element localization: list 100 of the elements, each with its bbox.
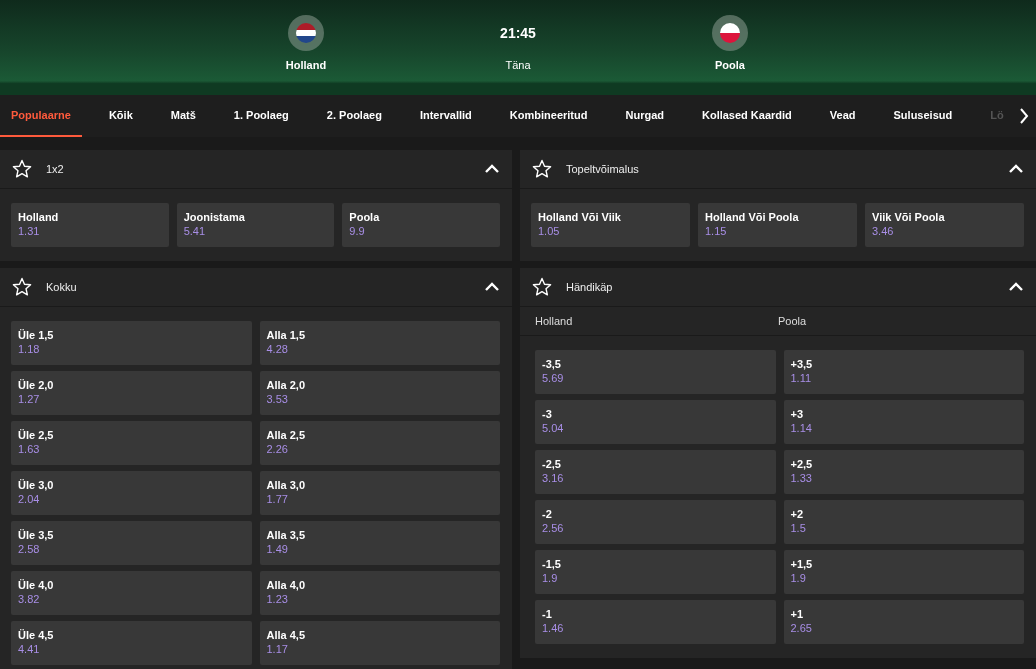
- odds-button[interactable]: +3 1.14: [783, 400, 1024, 444]
- tab[interactable]: Intervallid: [408, 95, 483, 137]
- tab[interactable]: 1. Poolaeg: [222, 95, 300, 137]
- tab[interactable]: Kõik: [97, 95, 144, 137]
- odds-value: 1.18: [18, 343, 41, 355]
- odds-button[interactable]: Alla 3,5 1.49: [259, 521, 500, 565]
- odds-button[interactable]: Alla 1,5 4.28: [259, 321, 500, 365]
- odds-value: 5.41: [183, 225, 207, 237]
- odds-value: 2.04: [18, 493, 41, 505]
- tab[interactable]: Kollased Kaardid: [690, 95, 803, 137]
- odds-value: 1.05: [538, 225, 561, 237]
- odds-button[interactable]: Holland Või Poola 1.15: [698, 203, 857, 247]
- odds-value: 4.28: [266, 343, 289, 355]
- odds-button[interactable]: Viik Või Poola 3.46: [865, 203, 1024, 247]
- tab[interactable]: Populaarne: [0, 95, 82, 137]
- odds-button[interactable]: -3 5.04: [535, 400, 776, 444]
- odds-button[interactable]: -3,5 5.69: [535, 350, 776, 394]
- outcome-label: Üle 2,0: [18, 379, 55, 391]
- odds-value: 4.41: [18, 643, 41, 655]
- tab[interactable]: Vead: [818, 95, 867, 137]
- star-icon[interactable]: [532, 159, 552, 179]
- market-title: 1x2: [46, 163, 65, 175]
- odds-button[interactable]: Üle 4,5 4.41: [11, 621, 252, 665]
- outcome-label: -1: [542, 608, 553, 620]
- odds-button[interactable]: Alla 2,5 2.26: [259, 421, 500, 465]
- outcome-label: +1,5: [790, 558, 814, 570]
- odds-value: 1.31: [18, 225, 41, 237]
- outcome-label: Üle 3,5: [18, 529, 55, 541]
- flag-icon: [288, 15, 324, 51]
- team-name: Holland: [285, 59, 327, 71]
- odds-value: 1.46: [542, 622, 565, 634]
- odds-button[interactable]: Üle 4,0 3.82: [11, 571, 252, 615]
- odds-value: 1.5: [790, 522, 807, 534]
- odds-value: 3.46: [872, 225, 895, 237]
- outcome-label: -1,5: [542, 558, 562, 570]
- odds-button[interactable]: Poola 9.9: [342, 203, 500, 247]
- odds-button[interactable]: +2,5 1.33: [783, 450, 1024, 494]
- team-name: Poola: [715, 59, 745, 71]
- outcome-label: Viik Või Poola: [872, 211, 946, 223]
- odds-button[interactable]: Üle 2,5 1.63: [11, 421, 252, 465]
- odds-button[interactable]: Alla 3,0 1.77: [259, 471, 500, 515]
- outcome-label: Alla 3,0: [266, 479, 307, 491]
- odds-value: 2.65: [790, 622, 813, 634]
- star-icon[interactable]: [12, 159, 32, 179]
- market-title: Topeltvõimalus: [566, 163, 640, 175]
- odds-button[interactable]: Alla 2,0 3.53: [259, 371, 500, 415]
- odds-value: 1.49: [266, 543, 289, 555]
- odds-button[interactable]: Holland 1.31: [11, 203, 169, 247]
- outcome-label: Holland: [18, 211, 60, 223]
- odds-button[interactable]: Üle 2,0 1.27: [11, 371, 252, 415]
- odds-button[interactable]: +1 2.65: [783, 600, 1024, 644]
- odds-button[interactable]: Alla 4,5 1.17: [259, 621, 500, 665]
- odds-button[interactable]: Alla 4,0 1.23: [259, 571, 500, 615]
- odds-button[interactable]: Joonistama 5.41: [176, 203, 335, 247]
- odds-value: 1.77: [266, 493, 289, 505]
- outcome-label: +1: [790, 608, 805, 620]
- odds-value: 1.33: [790, 472, 813, 484]
- outcome-label: Alla 1,5: [266, 329, 307, 341]
- odds-value: 2.58: [18, 543, 41, 555]
- odds-button[interactable]: -2,5 3.16: [535, 450, 776, 494]
- market-title: Kokku: [46, 281, 78, 293]
- star-icon[interactable]: [12, 277, 32, 297]
- odds-button[interactable]: +2 1.5: [783, 500, 1024, 544]
- outcome-label: -3,5: [542, 358, 562, 370]
- odds-value: 9.9: [349, 225, 366, 237]
- outcome-label: Holland Või Viik: [538, 211, 622, 223]
- odds-button[interactable]: Holland Või Viik 1.05: [531, 203, 690, 247]
- outcome-label: +2: [790, 508, 805, 520]
- odds-value: 1.23: [266, 593, 289, 605]
- odds-button[interactable]: +1,5 1.9: [783, 550, 1024, 594]
- odds-button[interactable]: -1,5 1.9: [535, 550, 776, 594]
- tab[interactable]: Nurgad: [614, 95, 675, 137]
- odds-button[interactable]: +3,5 1.11: [783, 350, 1024, 394]
- outcome-label: Üle 4,0: [18, 579, 55, 591]
- odds-value: 1.27: [18, 393, 41, 405]
- outcome-label: Üle 4,5: [18, 629, 55, 641]
- odds-value: 3.16: [542, 472, 565, 484]
- match-time: 21:45: [500, 25, 536, 43]
- outcome-label: +2,5: [790, 458, 814, 470]
- odds-button[interactable]: -2 2.56: [535, 500, 776, 544]
- outcome-label: -2,5: [542, 458, 562, 470]
- outcome-label: Alla 4,0: [266, 579, 307, 591]
- outcome-label: Alla 3,5: [266, 529, 307, 541]
- odds-button[interactable]: Üle 1,5 1.18: [11, 321, 252, 365]
- tab[interactable]: Matš: [159, 95, 207, 137]
- odds-value: 2.26: [266, 443, 289, 455]
- tab[interactable]: 2. Poolaeg: [315, 95, 393, 137]
- odds-button[interactable]: -1 1.46: [535, 600, 776, 644]
- odds-button[interactable]: Üle 3,0 2.04: [11, 471, 252, 515]
- odds-value: 1.17: [266, 643, 289, 655]
- odds-value: 1.15: [705, 225, 728, 237]
- tab[interactable]: Suluseisud: [882, 95, 964, 137]
- column-heading: Poola: [778, 315, 808, 327]
- odds-value: 1.9: [542, 572, 559, 584]
- odds-value: 2.56: [542, 522, 565, 534]
- star-icon[interactable]: [532, 277, 552, 297]
- odds-value: 3.82: [18, 593, 41, 605]
- odds-button[interactable]: Üle 3,5 2.58: [11, 521, 252, 565]
- outcome-label: Alla 4,5: [266, 629, 307, 641]
- tab[interactable]: Kombineeritud: [498, 95, 599, 137]
